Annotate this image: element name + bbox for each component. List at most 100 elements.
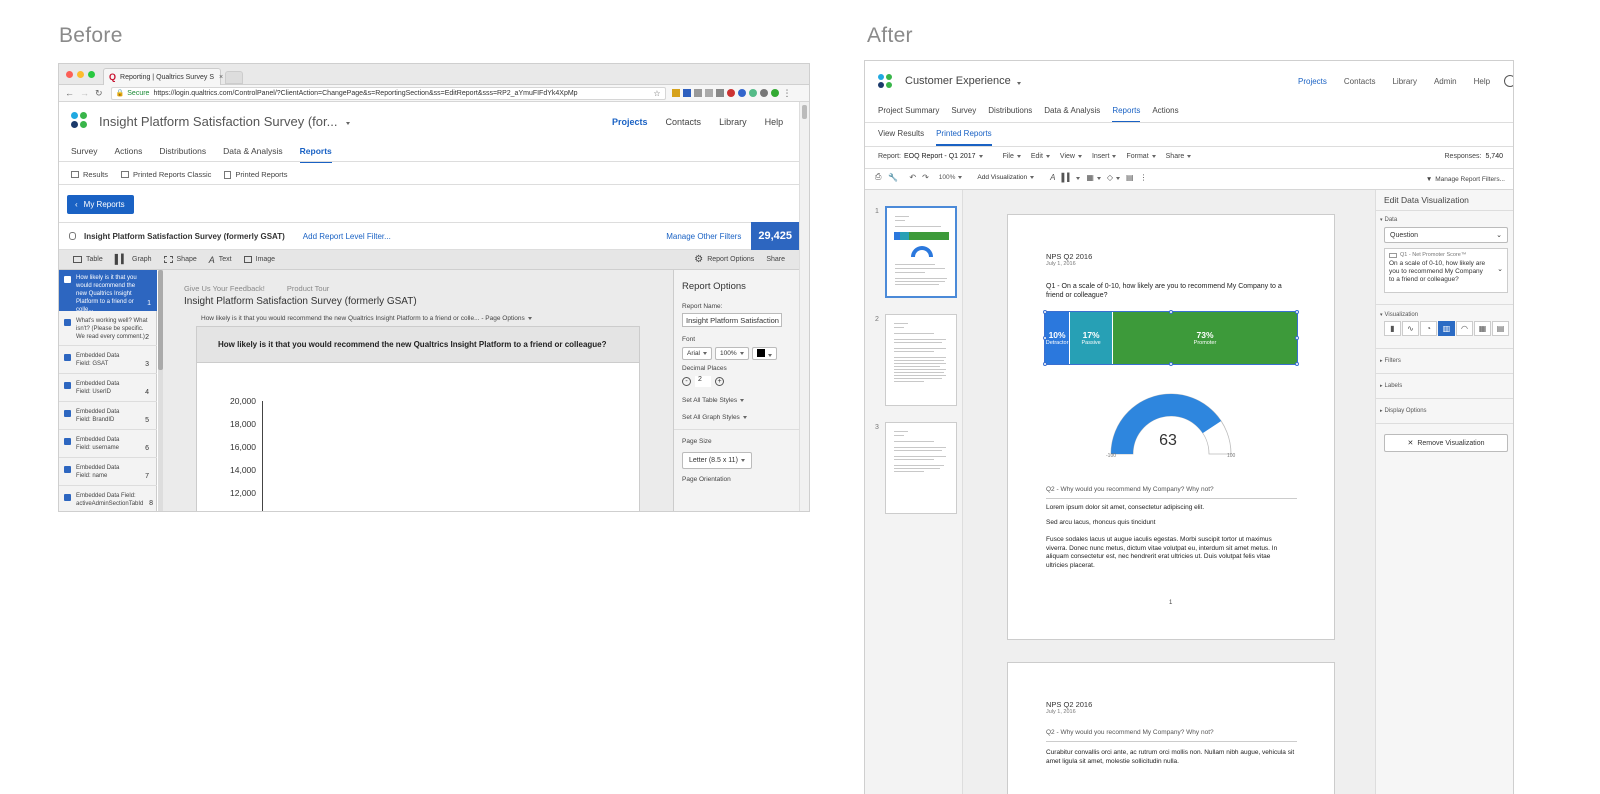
nav-admin[interactable]: Admin	[1434, 77, 1457, 86]
give-feedback-link[interactable]: Give Us Your Feedback!	[184, 284, 265, 293]
gauge-icon[interactable]: ◠	[1456, 321, 1473, 336]
nps-segment-passive[interactable]: 17% Passive	[1070, 312, 1114, 364]
subtab-printed-reports[interactable]: Printed Reports	[936, 129, 992, 146]
display-options-section-header[interactable]: ▸ Display Options	[1380, 408, 1427, 414]
font-size-select[interactable]: 100%	[715, 347, 749, 360]
checkbox[interactable]	[64, 354, 71, 361]
breakdown-bar-icon[interactable]: ▥	[1438, 321, 1455, 336]
image-button[interactable]: Image	[243, 256, 275, 263]
question-card[interactable]: How likely is it that you would recommen…	[196, 326, 640, 511]
font-select[interactable]: Arial	[682, 347, 713, 360]
zoom-select[interactable]: 100%	[939, 174, 963, 181]
tab-distributions[interactable]: Distributions	[159, 146, 206, 156]
sidebar-item-7[interactable]: Embedded Data Field: name 7	[59, 460, 157, 486]
subtab-printed-reports-classic[interactable]: Printed Reports Classic	[133, 170, 211, 179]
extension-icon[interactable]	[671, 89, 680, 97]
image-icon[interactable]: ▤	[1126, 173, 1134, 182]
menu-edit[interactable]: Edit	[1031, 153, 1050, 160]
sidebar-item-6[interactable]: Embedded Data Field: username 6	[59, 432, 157, 458]
menu-format[interactable]: Format	[1126, 153, 1155, 160]
pie-chart-icon[interactable]: ◔	[1420, 321, 1437, 336]
bar-chart-icon[interactable]: ▌▍	[1062, 173, 1081, 182]
tab-data-analysis[interactable]: Data & Analysis	[1044, 106, 1100, 115]
increment-icon[interactable]: +	[715, 377, 724, 386]
extension-icon[interactable]	[693, 89, 702, 97]
resize-handle[interactable]	[1169, 310, 1173, 314]
set-table-styles[interactable]: Set All Table Styles	[682, 397, 791, 404]
forward-icon[interactable]: →	[80, 88, 89, 98]
table-button[interactable]: Table	[73, 256, 103, 263]
data-table-icon[interactable]: ▤	[1492, 321, 1509, 336]
manage-other-filters-link[interactable]: Manage Other Filters	[666, 232, 741, 241]
minimize-window-icon[interactable]	[77, 71, 84, 78]
menu-file[interactable]: File	[1003, 153, 1021, 160]
checkbox[interactable]	[64, 410, 71, 417]
extension-icon[interactable]	[759, 89, 768, 97]
labels-section-header[interactable]: ▸ Labels	[1380, 383, 1402, 389]
set-graph-styles[interactable]: Set All Graph Styles	[682, 414, 791, 421]
bookmark-star-icon[interactable]: ☆	[653, 89, 660, 98]
resize-handle[interactable]	[1043, 310, 1047, 314]
tab-data-analysis[interactable]: Data & Analysis	[223, 146, 283, 156]
menu-insert[interactable]: Insert	[1092, 153, 1117, 160]
extension-icon[interactable]	[715, 89, 724, 97]
sidebar-item-5[interactable]: Embedded Data Field: BrandID 5	[59, 404, 157, 430]
tab-project-summary[interactable]: Project Summary	[878, 106, 939, 115]
report-options-button[interactable]: ⚙ Report Options	[694, 254, 754, 265]
tab-reports[interactable]: Reports	[1112, 106, 1141, 123]
font-color-select[interactable]	[751, 347, 777, 360]
sidebar-item-3[interactable]: Embedded Data Field: GSAT 3	[59, 348, 157, 374]
resize-handle[interactable]	[1295, 310, 1299, 314]
add-report-filter-link[interactable]: Add Report Level Filter...	[303, 232, 391, 241]
extension-icon[interactable]	[770, 89, 779, 97]
manage-report-filters-button[interactable]: ▼ Manage Report Filters...	[1426, 176, 1505, 183]
close-tab-icon[interactable]: ×	[219, 74, 223, 81]
data-source-select[interactable]: Question ⌄	[1384, 227, 1508, 243]
bar-chart-icon[interactable]: ▮	[1384, 321, 1401, 336]
more-icon[interactable]: ⋮	[1140, 173, 1148, 182]
extension-icon[interactable]	[726, 89, 735, 97]
user-avatar-icon[interactable]	[1504, 75, 1513, 87]
tab-distributions[interactable]: Distributions	[988, 106, 1032, 115]
nav-help[interactable]: Help	[1474, 77, 1490, 86]
my-reports-button[interactable]: ‹ My Reports	[67, 195, 134, 214]
checkbox[interactable]	[64, 466, 71, 473]
checkbox[interactable]	[64, 276, 71, 283]
visualization-section-header[interactable]: ▾ Visualization	[1380, 312, 1418, 318]
maximize-window-icon[interactable]	[88, 71, 95, 78]
thumbnail-page-2[interactable]	[885, 314, 957, 406]
menu-share[interactable]: Share	[1166, 153, 1192, 160]
graph-button[interactable]: ▌▍ Graph	[115, 254, 152, 265]
page-scrollbar[interactable]	[799, 102, 809, 511]
wrench-icon[interactable]: 🔧	[888, 173, 898, 182]
text-icon[interactable]: A	[1050, 173, 1055, 182]
url-field[interactable]: 🔒 Secure https://login.qualtrics.com/Con…	[110, 86, 666, 100]
page-options-select[interactable]: How likely is it that you would recommen…	[201, 315, 532, 322]
checkbox[interactable]	[64, 494, 71, 501]
nav-help[interactable]: Help	[765, 117, 784, 127]
undo-icon[interactable]: ↶	[909, 173, 916, 182]
text-button[interactable]: A Text	[209, 255, 232, 265]
extension-icon[interactable]	[748, 89, 757, 97]
subtab-view-results[interactable]: View Results	[878, 129, 924, 138]
resize-handle[interactable]	[1169, 362, 1173, 366]
shape-button[interactable]: Shape	[163, 256, 197, 263]
nps-segment-promoter[interactable]: 73% Promoter	[1113, 312, 1297, 364]
report-name-input[interactable]: Insight Platform Satisfaction	[682, 313, 782, 327]
new-tab-button[interactable]	[225, 71, 243, 84]
extension-icon[interactable]	[737, 89, 746, 97]
tab-survey[interactable]: Survey	[951, 106, 976, 115]
chevron-down-icon[interactable]	[1014, 72, 1021, 90]
resize-handle[interactable]	[1295, 362, 1299, 366]
nav-projects[interactable]: Projects	[612, 117, 648, 127]
decimal-places-value[interactable]: 2	[695, 376, 711, 387]
question-select[interactable]: Q1 - Net Promoter Score™ On a scale of 0…	[1384, 248, 1508, 293]
tab-survey[interactable]: Survey	[71, 146, 97, 156]
nps-stacked-bar[interactable]: 10% Detractor 17% Passive 73% Promoter	[1043, 310, 1299, 366]
extension-icon[interactable]	[704, 89, 713, 97]
subtab-printed-reports[interactable]: Printed Reports	[235, 170, 287, 179]
app-title[interactable]: Insight Platform Satisfaction Survey (fo…	[99, 114, 337, 129]
browser-menu-icon[interactable]: ⋮	[783, 88, 792, 99]
menu-view[interactable]: View	[1060, 153, 1082, 160]
share-button[interactable]: Share	[766, 256, 785, 263]
